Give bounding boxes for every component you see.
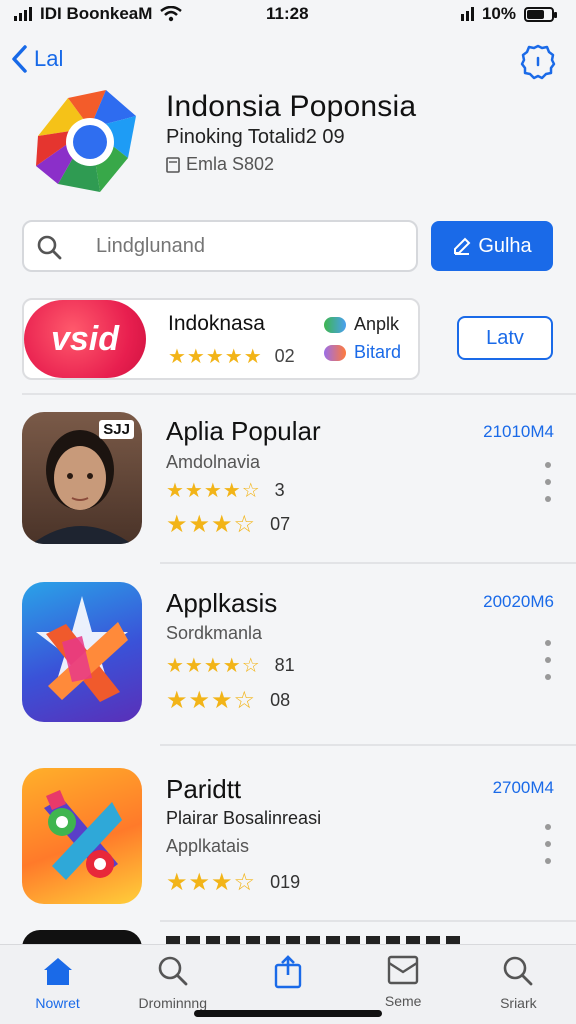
tab-label: Sriark: [500, 995, 537, 1011]
featured-rating-value: 02: [274, 346, 295, 366]
status-right: 10%: [460, 4, 557, 24]
star-x-icon: [36, 596, 128, 702]
item-rating-b: ★★★☆ 07: [166, 510, 290, 539]
tab-sriark[interactable]: Sriark: [468, 955, 568, 1024]
item-rating-b-value: 08: [270, 690, 291, 710]
back-button[interactable]: Lal: [10, 44, 63, 74]
more-options-button[interactable]: [538, 640, 558, 680]
inbox-icon: [387, 955, 419, 985]
more-options-button[interactable]: [538, 824, 558, 864]
star-rating-icon: ★★★★★: [168, 346, 263, 368]
home-icon: [43, 958, 72, 985]
divider: [160, 920, 576, 922]
search-box: [22, 220, 418, 272]
featured-rating: ★★★★★ 02: [168, 344, 295, 369]
nav-bar: Lal: [0, 40, 576, 84]
divider: [160, 562, 576, 564]
list-item[interactable]: Applkasis Sordkmanla ★★★★☆ 81 ★★★☆ 08 20…: [0, 580, 576, 730]
edit-icon: [454, 237, 471, 255]
star-rating-icon: ★★★★☆: [166, 480, 261, 502]
wifi-icon: [160, 6, 183, 22]
clock: 11:28: [266, 4, 309, 23]
list-item[interactable]: Paridtt Plairar Bosalinreasi Applkatais …: [0, 766, 576, 916]
featured-tag-one-label: Anplk: [354, 314, 400, 334]
item-subtitle-secondary: Applkatais: [166, 836, 250, 856]
featured-tag-bitard: Bitard: [324, 342, 401, 363]
item-name: Aplia Popular: [166, 416, 321, 446]
star-rating-icon: ★★★☆: [166, 687, 257, 714]
item-rating-a: ★★★★☆ 81: [166, 653, 295, 678]
cell-signal-icon: [460, 7, 474, 21]
item-rating-a: ★★★★☆ 3: [166, 478, 285, 503]
portrait-avatar: SJJ: [22, 412, 142, 544]
item-rating-a-value: 019: [270, 872, 301, 892]
item-rating-b-value: 07: [270, 514, 291, 534]
signal-icon: [14, 7, 32, 21]
app-icon-tools: [22, 768, 142, 904]
app-title: Indonsia Poponsia: [166, 90, 417, 123]
app-header: Indonsia Poponsia Pinoking Totalid2 09 E…: [0, 88, 576, 200]
partial-list-item-text: [166, 936, 466, 944]
app-meta: Emla S802: [166, 154, 274, 175]
featured-tag-two-label: Bitard: [354, 342, 402, 362]
tab-nowret[interactable]: Nowret: [8, 955, 108, 1024]
avatar-badge: SJJ: [99, 420, 134, 439]
more-options-button[interactable]: [538, 462, 558, 502]
status-bar: IDI BoonkeaM 11:28 10%: [0, 0, 576, 28]
app-meta-text: Emla S802: [186, 154, 275, 174]
item-rating-b: ★★★☆ 08: [166, 686, 290, 715]
tab-label: Seme: [384, 993, 422, 1009]
app-logo: [36, 90, 136, 192]
carrier-label: IDI BoonkeaM: [40, 4, 153, 23]
star-rating-icon: ★★★☆: [166, 869, 257, 896]
battery-percent: 10%: [481, 4, 516, 23]
star-rating-icon: ★★★☆: [166, 511, 257, 538]
item-rating-a: ★★★☆ 019: [166, 868, 300, 897]
orange-dot-icon: [324, 344, 346, 361]
star-rating-icon: ★★★★☆: [166, 655, 261, 677]
item-subtitle: Sordkmanla: [166, 623, 263, 643]
status-left: IDI BoonkeaM: [14, 4, 183, 24]
divider: [22, 393, 576, 395]
list-item[interactable]: SJJ Aplia Popular Amdolnavia ★★★★☆ 3 ★★★…: [0, 410, 576, 560]
search-button-label: Gulha: [478, 234, 532, 257]
item-size: 20020M6: [483, 592, 554, 611]
tab-label: Nowret: [35, 995, 80, 1011]
divider: [160, 744, 576, 746]
featured-card[interactable]: vsid Indoknasa ★★★★★ 02 Anplk Bitard: [22, 298, 420, 380]
item-rating-a-value: 3: [274, 480, 285, 500]
home-indicator[interactable]: [194, 1010, 382, 1017]
item-subtitle: Amdolnavia: [166, 452, 261, 472]
battery-icon: [524, 6, 557, 22]
item-subtitle: Plairar Bosalinreasi: [166, 808, 322, 828]
featured-tag-anplk: Anplk: [324, 314, 399, 335]
search-button[interactable]: Gulha: [431, 221, 553, 271]
search-icon: [37, 235, 62, 260]
app-subtitle: Pinoking Totalid2 09: [166, 126, 345, 148]
search-input[interactable]: [36, 222, 416, 270]
featured-banner: vsid: [24, 300, 146, 378]
chevron-left-icon: [12, 45, 27, 73]
share-icon: [274, 955, 302, 989]
item-size: 21010M4: [483, 422, 554, 441]
item-rating-a-value: 81: [274, 655, 295, 675]
app-icon-star: [22, 582, 142, 722]
item-name: Applkasis: [166, 588, 278, 618]
item-name: Paridtt: [166, 774, 242, 804]
search-icon: [504, 956, 533, 986]
tools-icon: [44, 790, 122, 880]
featured-name: Indoknasa: [168, 312, 265, 335]
green-dot-icon: [324, 316, 346, 333]
search-icon: [158, 956, 188, 986]
gear-icon[interactable]: [518, 42, 558, 82]
tab-label: Drominnng: [138, 995, 208, 1011]
back-label: Lal: [34, 46, 64, 71]
featured-action-button[interactable]: Latv: [457, 316, 553, 360]
item-size: 2700M4: [492, 778, 554, 797]
document-icon: [166, 156, 180, 173]
